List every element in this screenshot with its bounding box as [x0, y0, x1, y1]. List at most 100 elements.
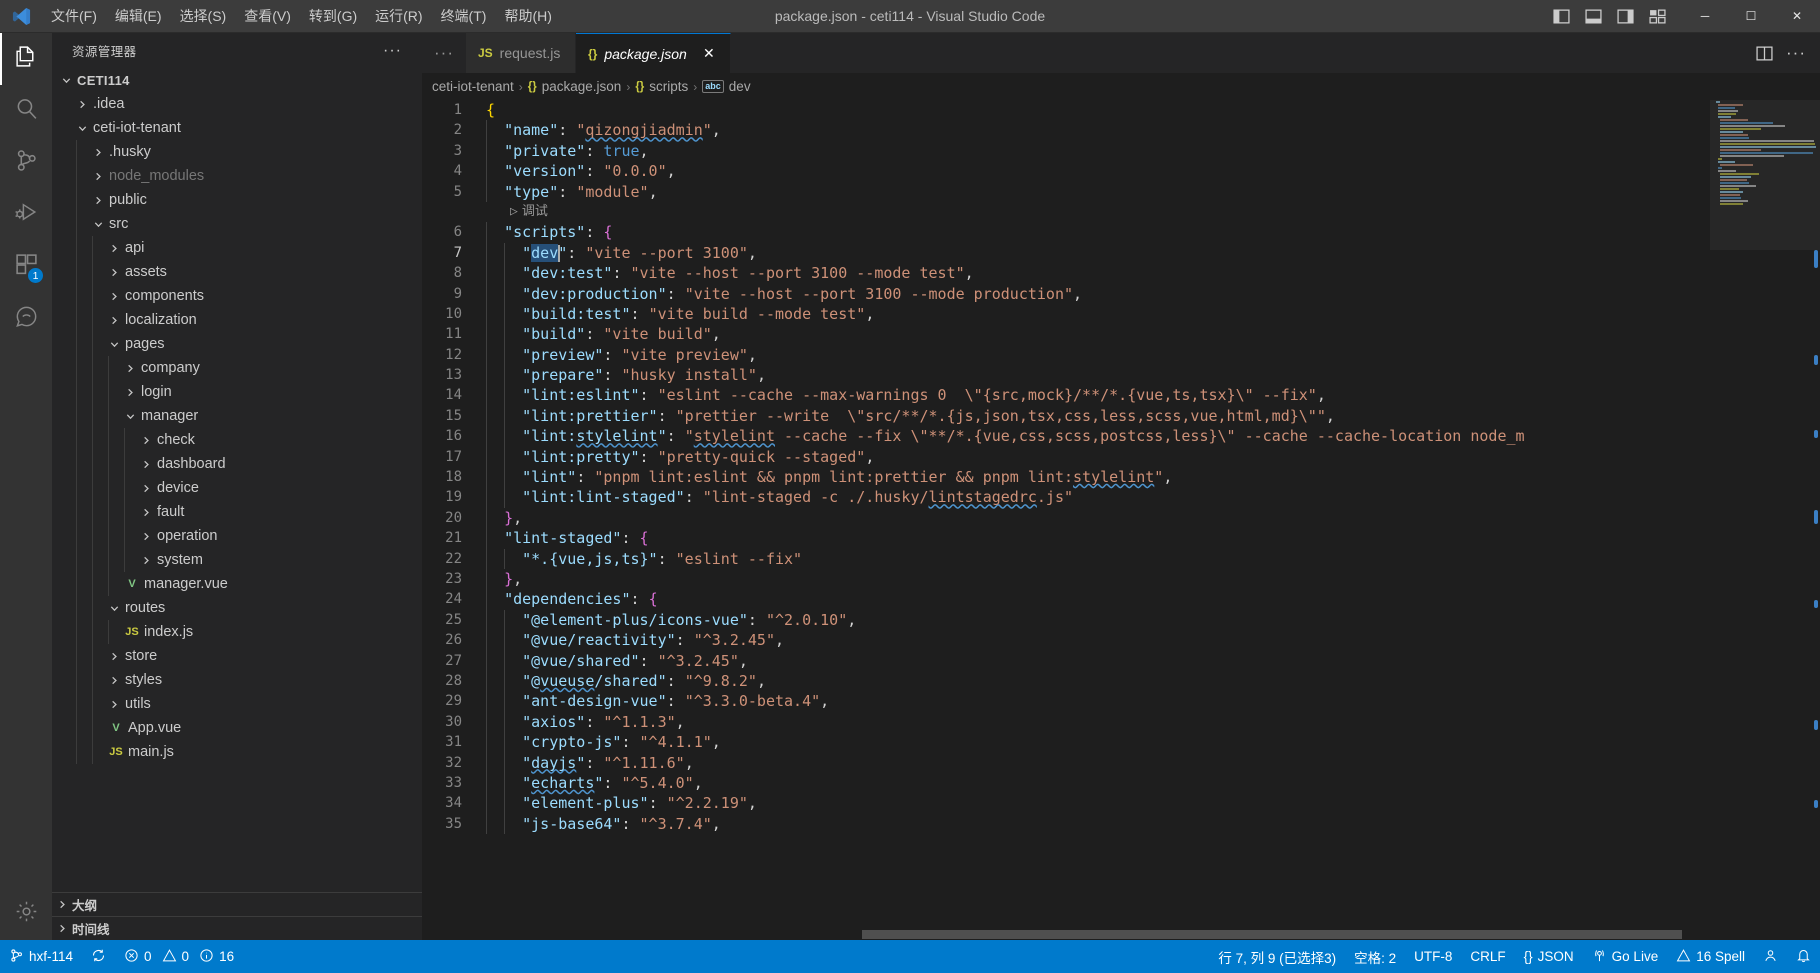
status-remote-branch[interactable]: hxf-114 [0, 940, 82, 973]
code-line[interactable]: 2 "name": "qizongjiadmin", [422, 120, 1710, 141]
menu-help[interactable]: 帮助(H) [495, 0, 560, 32]
tree-folder-company[interactable]: company [52, 356, 422, 380]
code-line[interactable]: 18 "lint": "pnpm lint:eslint && pnpm lin… [422, 467, 1710, 488]
sidebar-more-actions-icon[interactable]: ··· [383, 42, 402, 60]
activity-item-search[interactable] [0, 85, 52, 137]
code-line[interactable]: 7 "dev": "vite --port 3100", [422, 242, 1710, 264]
sidebar-section-timeline[interactable]: 时间线 [52, 916, 422, 940]
status-sync[interactable] [82, 940, 115, 973]
breadcrumb-symbol-dev[interactable]: abc dev [702, 79, 751, 94]
tree-folder-utils[interactable]: utils [52, 692, 422, 716]
scrollbar-thumb[interactable] [862, 930, 1682, 939]
window-close-button[interactable]: ✕ [1774, 0, 1820, 33]
code-line[interactable]: 15 "lint:prettier": "prettier --write \"… [422, 405, 1710, 427]
toggle-primary-sidebar-icon[interactable] [1546, 3, 1576, 29]
code-line[interactable]: 19 "lint:lint-staged": "lint-staged -c .… [422, 487, 1710, 508]
code-line[interactable]: 25 "@element-plus/icons-vue": "^2.0.10", [422, 609, 1710, 631]
more-actions-icon[interactable]: ··· [1782, 39, 1810, 67]
code-line[interactable]: 16 "lint:stylelint": "stylelint --cache … [422, 426, 1710, 447]
tree-folder-login[interactable]: login [52, 380, 422, 404]
toggle-panel-icon[interactable] [1578, 3, 1608, 29]
code-line[interactable]: 4 "version": "0.0.0", [422, 161, 1710, 182]
codelens-debug-action[interactable]: ▷ 调试 [510, 202, 548, 222]
status-notifications[interactable] [1787, 940, 1820, 973]
tree-folder-device[interactable]: device [52, 476, 422, 500]
tree-file-index-js[interactable]: JS index.js [52, 620, 422, 644]
tree-folder-routes[interactable]: routes [52, 596, 422, 620]
tree-folder-api[interactable]: api [52, 236, 422, 260]
tree-folder-dashboard[interactable]: dashboard [52, 452, 422, 476]
code-line[interactable]: 23 }, [422, 568, 1710, 590]
code-line[interactable]: 30 "axios": "^1.1.3", [422, 711, 1710, 733]
code-line[interactable]: 24 "dependencies": { [422, 589, 1710, 610]
status-encoding[interactable]: UTF-8 [1405, 940, 1461, 973]
activity-item-extensions[interactable]: 1 [0, 241, 52, 293]
tree-folder-fault[interactable]: fault [52, 500, 422, 524]
tree-folder-operation[interactable]: operation [52, 524, 422, 548]
tree-folder-pages[interactable]: pages [52, 332, 422, 356]
activity-item-explorer[interactable] [0, 33, 52, 85]
code-line[interactable]: 28 "@vueuse/shared": "^9.8.2", [422, 670, 1710, 692]
tree-folder-assets[interactable]: assets [52, 260, 422, 284]
menu-edit[interactable]: 编辑(E) [106, 0, 171, 32]
code-line[interactable]: 31 "crypto-js": "^4.1.1", [422, 732, 1710, 753]
tree-folder-node-modules[interactable]: node_modules [52, 164, 422, 188]
status-accounts[interactable] [1754, 940, 1787, 973]
tree-folder-store[interactable]: store [52, 644, 422, 668]
close-icon[interactable]: ✕ [700, 45, 718, 63]
code-line[interactable]: 29 "ant-design-vue": "^3.3.0-beta.4", [422, 691, 1710, 712]
code-line[interactable]: 33 "echarts": "^5.4.0", [422, 772, 1710, 794]
status-go-live[interactable]: Go Live [1583, 940, 1668, 973]
tabs-overflow-button[interactable]: ··· [422, 33, 466, 73]
tab-package-json[interactable]: {} package.json ✕ [575, 33, 731, 73]
breadcrumb-folder[interactable]: ceti-iot-tenant [432, 79, 514, 94]
split-editor-icon[interactable] [1750, 39, 1778, 67]
tree-folder-manager[interactable]: manager [52, 404, 422, 428]
tree-file-main-js[interactable]: JS main.js [52, 740, 422, 764]
code-line[interactable]: 11 "build": "vite build", [422, 324, 1710, 345]
status-indentation[interactable]: 空格: 2 [1345, 940, 1405, 973]
code-line[interactable]: 9 "dev:production": "vite --host --port … [422, 283, 1710, 304]
code-line[interactable]: 10 "build:test": "vite build --mode test… [422, 303, 1710, 325]
code-line[interactable]: 21 "lint-staged": { [422, 528, 1710, 549]
activity-item-source-control[interactable] [0, 137, 52, 189]
status-editor-position[interactable]: 行 7, 列 9 (已选择3) [1209, 940, 1345, 973]
tab-request-js[interactable]: JS request.js [465, 33, 576, 73]
tree-folder-components[interactable]: components [52, 284, 422, 308]
tree-folder-check[interactable]: check [52, 428, 422, 452]
toggle-secondary-sidebar-icon[interactable] [1610, 3, 1640, 29]
code-line[interactable]: 3 "private": true, [422, 140, 1710, 162]
status-problems[interactable]: 0 0 16 [115, 940, 243, 973]
tree-folder-system[interactable]: system [52, 548, 422, 572]
code-line[interactable]: 14 "lint:eslint": "eslint --cache --max-… [422, 385, 1710, 406]
code-line[interactable]: 26 "@vue/reactivity": "^3.2.45", [422, 630, 1710, 651]
menu-file[interactable]: 文件(F) [42, 0, 106, 32]
status-eol[interactable]: CRLF [1461, 940, 1514, 973]
code-line[interactable]: 1{ [422, 100, 1710, 120]
tree-file-manager-vue[interactable]: Vmanager.vue [52, 572, 422, 596]
menu-terminal[interactable]: 终端(T) [432, 0, 496, 32]
menu-selection[interactable]: 选择(S) [171, 0, 236, 32]
status-spell-checker[interactable]: 16 Spell [1667, 940, 1754, 973]
horizontal-scrollbar[interactable] [422, 928, 1682, 940]
activity-item-run-and-debug[interactable] [0, 189, 52, 241]
sidebar-section-outline[interactable]: 大纲 [52, 892, 422, 916]
window-maximize-button[interactable]: ☐ [1728, 0, 1774, 33]
code-line[interactable]: 12 "preview": "vite preview", [422, 344, 1710, 366]
menu-go[interactable]: 转到(G) [300, 0, 366, 32]
code-line[interactable]: 32 "dayjs": "^1.11.6", [422, 752, 1710, 773]
code-line[interactable]: 35 "js-base64": "^3.7.4", [422, 813, 1710, 835]
code-line[interactable]: 34 "element-plus": "^2.2.19", [422, 793, 1710, 814]
tree-root-ceti114[interactable]: CETI114 [52, 68, 422, 92]
tree-folder-ceti-iot-tenant[interactable]: ceti-iot-tenant [52, 116, 422, 140]
window-minimize-button[interactable]: ─ [1682, 0, 1728, 33]
status-language-mode[interactable]: {} JSON [1515, 940, 1583, 973]
editor-scroll-area[interactable]: 1{2 "name": "qizongjiadmin", 3 "private":… [422, 100, 1710, 940]
tree-folder-styles[interactable]: styles [52, 668, 422, 692]
tree-folder-public[interactable]: public [52, 188, 422, 212]
code-line[interactable]: 5 "type": "module", [422, 181, 1710, 202]
tree-folder--husky[interactable]: .husky [52, 140, 422, 164]
code-editor[interactable]: 1{2 "name": "qizongjiadmin", 3 "private":… [422, 100, 1820, 940]
customize-layout-icon[interactable] [1642, 3, 1672, 29]
code-line[interactable]: 27 "@vue/shared": "^3.2.45", [422, 650, 1710, 671]
